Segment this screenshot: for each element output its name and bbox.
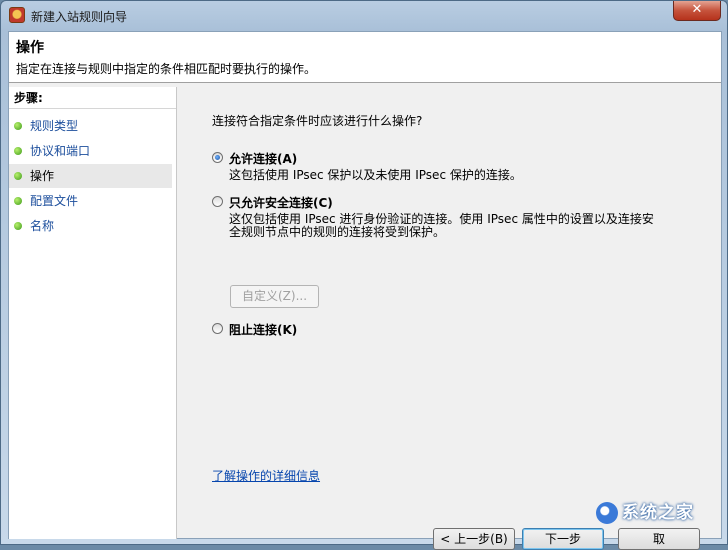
- wizard-client-area: 操作 指定在连接与规则中指定的条件相匹配时要执行的操作。 步骤: 规则类型 协议…: [8, 31, 722, 550]
- next-button[interactable]: 下一步: [522, 528, 604, 550]
- step-rule-type[interactable]: 规则类型: [9, 114, 172, 138]
- wizard-window: 新建入站规则向导 ✕ 操作 指定在连接与规则中指定的条件相匹配时要执行的操作。 …: [0, 0, 728, 550]
- step-name[interactable]: 名称: [9, 214, 172, 238]
- step-status-dot-icon: [14, 172, 22, 180]
- steps-heading: 步骤:: [9, 87, 176, 109]
- step-status-dot-icon: [14, 197, 22, 205]
- step-status-dot-icon: [14, 147, 22, 155]
- close-button[interactable]: ✕: [673, 1, 721, 21]
- page-description: 指定在连接与规则中指定的条件相匹配时要执行的操作。: [16, 62, 317, 76]
- allow-connection-label[interactable]: 允许连接(A): [229, 150, 297, 167]
- step-label: 操作: [30, 169, 55, 183]
- learn-more-link[interactable]: 了解操作的详细信息: [212, 467, 320, 484]
- allow-connection-radio[interactable]: [212, 152, 223, 163]
- cancel-button[interactable]: 取: [618, 528, 700, 550]
- watermark: 系统之家: [596, 498, 720, 528]
- action-panel: 连接符合指定条件时应该进行什么操作? 允许连接(A) 这包括使用 IPsec 保…: [177, 87, 721, 550]
- step-action[interactable]: 操作: [9, 164, 172, 188]
- allow-secure-description-line2: 全规则节点中的规则的连接将受到保护。: [229, 225, 446, 239]
- back-button[interactable]: < 上一步(B): [433, 528, 515, 550]
- block-connection-label[interactable]: 阻止连接(K): [229, 321, 297, 338]
- watermark-logo-icon: [596, 502, 618, 524]
- step-profile[interactable]: 配置文件: [9, 189, 172, 213]
- block-connection-radio[interactable]: [212, 323, 223, 334]
- allow-secure-connection-radio[interactable]: [212, 196, 223, 207]
- step-label: 协议和端口: [30, 144, 91, 158]
- watermark-text: 系统之家: [622, 503, 694, 523]
- step-label: 规则类型: [30, 119, 79, 133]
- page-header: 操作 指定在连接与规则中指定的条件相匹配时要执行的操作。: [9, 32, 721, 83]
- step-protocol-port[interactable]: 协议和端口: [9, 139, 172, 163]
- page-title: 操作: [16, 40, 44, 56]
- title-bar[interactable]: 新建入站规则向导 ✕: [1, 1, 727, 31]
- steps-sidebar: 步骤: 规则类型 协议和端口 操作 配置文件 名称: [9, 87, 177, 539]
- step-status-dot-icon: [14, 222, 22, 230]
- step-status-dot-icon: [14, 122, 22, 130]
- firewall-app-icon: [9, 7, 25, 23]
- window-title: 新建入站规则向导: [31, 10, 128, 24]
- allow-connection-description: 这包括使用 IPsec 保护以及未使用 IPsec 保护的连接。: [229, 168, 522, 182]
- allow-secure-connection-label[interactable]: 只允许安全连接(C): [229, 194, 333, 211]
- step-label: 配置文件: [30, 194, 79, 208]
- action-question: 连接符合指定条件时应该进行什么操作?: [212, 114, 423, 128]
- step-label: 名称: [30, 219, 55, 233]
- customize-button[interactable]: 自定义(Z)...: [230, 285, 319, 308]
